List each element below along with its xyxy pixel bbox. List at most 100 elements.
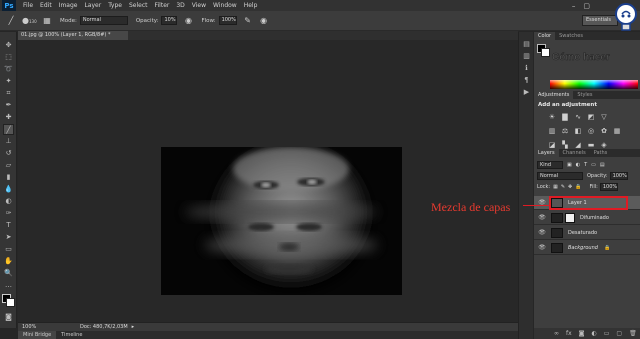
menu-filter[interactable]: Filter: [155, 2, 170, 9]
tab-channels[interactable]: Channels: [559, 149, 590, 157]
blend-mode-select[interactable]: Normal: [537, 171, 583, 180]
channel-mixer-icon[interactable]: ✿: [600, 127, 608, 135]
lasso-tool-icon[interactable]: ➰: [3, 64, 14, 75]
history-brush-tool-icon[interactable]: ↺: [3, 148, 14, 159]
background-color-chip[interactable]: [541, 48, 550, 57]
filter-adjustment-icon[interactable]: ◐: [576, 162, 580, 168]
clone-stamp-tool-icon[interactable]: ⊥: [3, 136, 14, 147]
filter-smart-icon[interactable]: ▤: [600, 162, 605, 168]
airbrush-icon[interactable]: ✎: [243, 16, 253, 26]
layer-filter-kind[interactable]: Kind: [537, 160, 563, 169]
zoom-level-field[interactable]: 100%: [22, 324, 40, 330]
link-layers-icon[interactable]: ∞: [554, 330, 559, 337]
brush-tool-icon[interactable]: ╱: [6, 16, 16, 26]
visibility-eye-icon[interactable]: 👁: [538, 229, 546, 236]
menu-image[interactable]: Image: [59, 2, 78, 9]
layer-fill-field[interactable]: 100%: [599, 182, 618, 191]
layer-mask-thumbnail[interactable]: [565, 212, 575, 223]
quick-mask-icon[interactable]: ◙: [3, 312, 14, 323]
add-mask-icon[interactable]: ◙: [579, 330, 585, 337]
brush-preset-icon[interactable]: ●130: [22, 16, 37, 26]
menu-view[interactable]: View: [192, 2, 206, 9]
filter-type-icon[interactable]: T: [584, 162, 587, 168]
pen-tool-icon[interactable]: ✑: [3, 208, 14, 219]
hand-tool-icon[interactable]: ✋: [3, 256, 14, 267]
dodge-tool-icon[interactable]: ◐: [3, 196, 14, 207]
minimize-icon[interactable]: –: [572, 2, 576, 10]
selective-color-icon[interactable]: ◈: [600, 141, 608, 149]
menu-3d[interactable]: 3D: [176, 2, 184, 9]
menu-file[interactable]: File: [23, 2, 33, 9]
healing-brush-tool-icon[interactable]: ✚: [3, 112, 14, 123]
filter-pixel-icon[interactable]: ▣: [567, 162, 572, 168]
threshold-icon[interactable]: ◢: [574, 141, 582, 149]
brush-tool-icon[interactable]: ╱: [3, 124, 14, 135]
black-white-icon[interactable]: ◧: [574, 127, 582, 135]
marquee-tool-icon[interactable]: ⬚: [3, 52, 14, 63]
tab-mini-bridge[interactable]: Mini Bridge: [18, 331, 57, 339]
flow-field[interactable]: 100%: [218, 16, 237, 25]
crop-tool-icon[interactable]: ⌗: [3, 88, 14, 99]
properties-panel-icon[interactable]: ▥: [522, 52, 531, 61]
quick-select-tool-icon[interactable]: ✦: [3, 76, 14, 87]
lock-pixels-icon[interactable]: ✎: [561, 184, 565, 190]
move-tool-icon[interactable]: ✥: [3, 40, 14, 51]
gradient-tool-icon[interactable]: ▮: [3, 172, 14, 183]
layer-opacity-field[interactable]: 100%: [609, 171, 628, 180]
lock-all-icon[interactable]: 🔒: [575, 184, 581, 190]
menu-window[interactable]: Window: [213, 2, 237, 9]
paragraph-panel-icon[interactable]: ¶: [522, 76, 531, 85]
new-layer-icon[interactable]: ▢: [616, 330, 622, 337]
menu-layer[interactable]: Layer: [84, 2, 101, 9]
menu-type[interactable]: Type: [108, 2, 122, 9]
new-adjustment-icon[interactable]: ◐: [592, 330, 597, 337]
gradient-map-icon[interactable]: ▬: [587, 141, 595, 149]
document-image[interactable]: [161, 147, 402, 295]
background-color-swatch[interactable]: [6, 298, 15, 307]
tab-layers[interactable]: Layers: [534, 149, 559, 157]
color-lookup-icon[interactable]: ▦: [613, 127, 621, 135]
type-tool-icon[interactable]: T: [3, 220, 14, 231]
canvas-area[interactable]: [18, 40, 518, 322]
menu-edit[interactable]: Edit: [40, 2, 52, 9]
exposure-icon[interactable]: ◩: [587, 113, 595, 121]
filter-shape-icon[interactable]: ▭: [591, 162, 596, 168]
pressure-opacity-icon[interactable]: ◉: [183, 16, 193, 26]
actions-panel-icon[interactable]: ▶: [522, 88, 531, 97]
workspace-switcher[interactable]: Essentials: [582, 15, 618, 26]
brush-panel-icon[interactable]: ▦: [42, 16, 52, 26]
eyedropper-tool-icon[interactable]: ✒: [3, 100, 14, 111]
tab-timeline[interactable]: Timeline: [56, 331, 87, 339]
tab-adjustments[interactable]: Adjustments: [534, 91, 574, 99]
tab-paths[interactable]: Paths: [590, 149, 612, 157]
menu-help[interactable]: Help: [244, 2, 258, 9]
maximize-icon[interactable]: ▢: [583, 2, 590, 10]
delete-layer-icon[interactable]: 🗑: [629, 330, 637, 337]
curves-icon[interactable]: ∿: [574, 113, 582, 121]
brightness-contrast-icon[interactable]: ☀: [548, 113, 556, 121]
history-panel-icon[interactable]: ▤: [522, 40, 531, 49]
path-select-tool-icon[interactable]: ➤: [3, 232, 14, 243]
status-menu-icon[interactable]: ▸: [132, 324, 135, 330]
layer-style-icon[interactable]: fx: [566, 330, 572, 337]
hue-saturation-icon[interactable]: ▥: [548, 127, 556, 135]
layer-row-desaturado[interactable]: 👁 Desaturado: [534, 226, 640, 240]
shape-tool-icon[interactable]: ▭: [3, 244, 14, 255]
document-tab[interactable]: 01.jpg @ 100% (Layer 1, RGB/8#) *: [18, 31, 128, 40]
visibility-eye-icon[interactable]: 👁: [538, 214, 546, 221]
tab-color[interactable]: Color: [534, 32, 556, 40]
photo-filter-icon[interactable]: ◎: [587, 127, 595, 135]
more-tools-icon[interactable]: …: [3, 280, 14, 291]
new-group-icon[interactable]: ▭: [604, 330, 610, 337]
lock-position-icon[interactable]: ✥: [568, 184, 572, 190]
eraser-tool-icon[interactable]: ▱: [3, 160, 14, 171]
visibility-eye-icon[interactable]: 👁: [538, 244, 546, 251]
menu-select[interactable]: Select: [129, 2, 148, 9]
pressure-size-icon[interactable]: ◉: [259, 16, 269, 26]
layer-row-difuminado[interactable]: 👁 Difuminado: [534, 211, 640, 225]
vibrance-icon[interactable]: ▽: [600, 113, 608, 121]
zoom-tool-icon[interactable]: 🔍: [3, 268, 14, 279]
invert-icon[interactable]: ◪: [548, 141, 556, 149]
blur-tool-icon[interactable]: 💧: [3, 184, 14, 195]
layer-row-background[interactable]: 👁 Background 🔒: [534, 241, 640, 255]
